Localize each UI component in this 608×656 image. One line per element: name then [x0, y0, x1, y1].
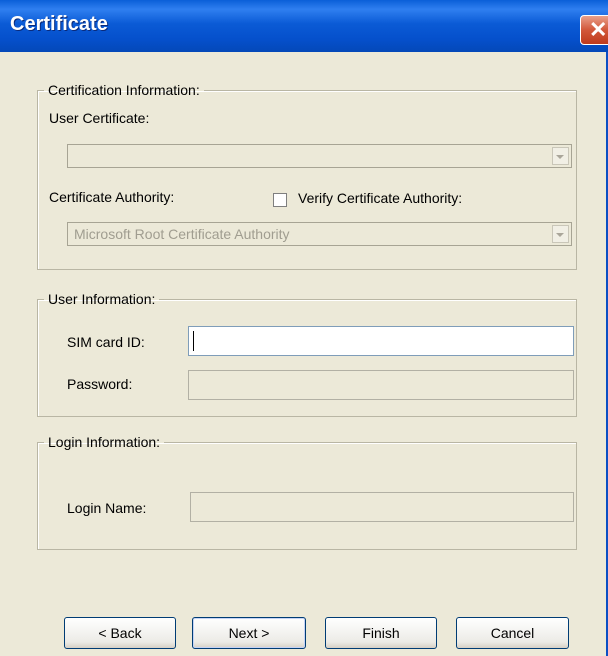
sim-card-id-label: SIM card ID: [67, 334, 145, 350]
certificate-authority-dropdown[interactable]: Microsoft Root Certificate Authority [67, 222, 572, 246]
dropdown-arrow-icon[interactable] [552, 147, 569, 165]
dropdown-arrow-icon[interactable] [552, 225, 569, 243]
window-title: Certificate [10, 13, 108, 35]
user-info-legend: User Information: [48, 291, 156, 307]
cancel-button[interactable]: Cancel [456, 617, 569, 649]
password-input[interactable] [188, 370, 574, 400]
verify-authority-label: Verify Certificate Authority: [298, 190, 463, 206]
sim-card-id-input[interactable] [188, 326, 574, 356]
certificate-authority-label: Certificate Authority: [49, 189, 175, 205]
back-button[interactable]: < Back [64, 617, 176, 649]
certificate-authority-value: Microsoft Root Certificate Authority [74, 226, 290, 242]
user-certificate-dropdown[interactable] [67, 144, 572, 168]
user-certificate-label: User Certificate: [49, 110, 150, 126]
password-label: Password: [67, 376, 133, 392]
next-button[interactable]: Next > [192, 617, 306, 649]
login-info-legend: Login Information: [48, 434, 161, 450]
close-button[interactable]: ✕ [580, 15, 608, 45]
close-icon: ✕ [589, 17, 608, 42]
login-name-input[interactable] [190, 492, 574, 522]
certification-info-legend: Certification Information: [48, 82, 200, 98]
verify-authority-checkbox[interactable] [273, 193, 287, 207]
title-bar[interactable]: Certificate ✕ [0, 0, 608, 52]
login-name-label: Login Name: [67, 500, 147, 516]
text-caret [193, 331, 194, 351]
finish-button[interactable]: Finish [325, 617, 437, 649]
